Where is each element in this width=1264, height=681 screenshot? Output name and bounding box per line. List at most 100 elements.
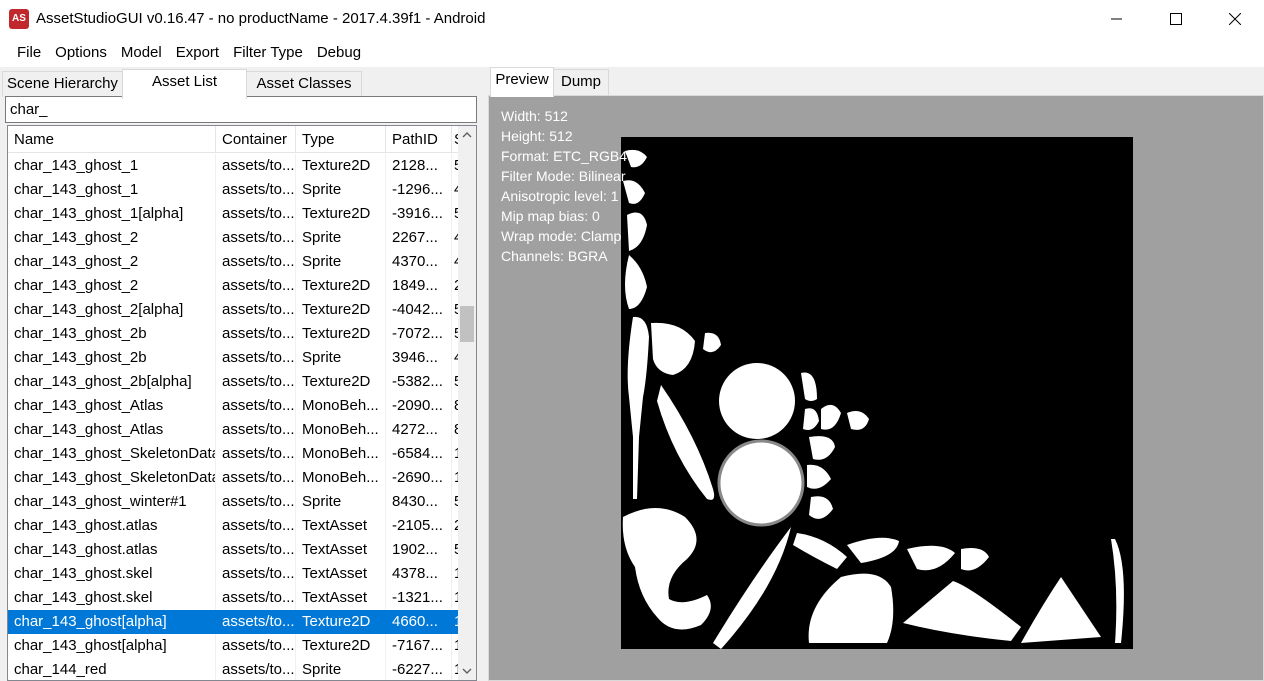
asset-name-cell: char_143_ghost_1 bbox=[8, 178, 216, 202]
asset-pathid-cell: -4042... bbox=[386, 298, 452, 322]
asset-name-cell: char_143_ghost.atlas bbox=[8, 538, 216, 562]
table-row[interactable]: char_143_ghost_2 assets/to... Sprite 4370..… bbox=[8, 250, 460, 274]
asset-name-cell: char_143_ghost_2[alpha] bbox=[8, 298, 216, 322]
tab-asset-list[interactable]: Asset List bbox=[122, 69, 247, 99]
asset-type-cell: MonoBeh... bbox=[296, 394, 386, 418]
table-row[interactable]: char_143_ghost.atlas assets/to... TextAsse… bbox=[8, 538, 460, 562]
column-pathid[interactable]: PathID bbox=[386, 126, 452, 153]
asset-type-cell: Texture2D bbox=[296, 610, 386, 634]
maximize-button[interactable] bbox=[1147, 0, 1205, 38]
scroll-down-arrow[interactable] bbox=[458, 662, 476, 680]
table-row[interactable]: char_143_ghost_Atlas assets/to... MonoBeh.… bbox=[8, 394, 460, 418]
asset-container-cell: assets/to... bbox=[216, 418, 296, 442]
table-row[interactable]: char_143_ghost_1 assets/to... Sprite -1296.… bbox=[8, 178, 460, 202]
asset-container-cell: assets/to... bbox=[216, 610, 296, 634]
asset-type-cell: Texture2D bbox=[296, 322, 386, 346]
asset-name-cell: char_143_ghost_1 bbox=[8, 154, 216, 178]
asset-pathid-cell: 2128... bbox=[386, 154, 452, 178]
asset-list[interactable]: Name Container Type PathID S char_143_gh… bbox=[7, 125, 477, 681]
table-row[interactable]: char_144_redassets/to...Sprite-6227...1 bbox=[8, 658, 460, 680]
table-row[interactable]: char_143_ghost_winter#1 assets/to... Sprit… bbox=[8, 490, 460, 514]
asset-name-cell: char_143_ghost_SkeletonData bbox=[8, 466, 216, 490]
table-row[interactable]: char_143_ghost_2b[alpha] assets/to... Text… bbox=[8, 370, 460, 394]
asset-pathid-cell: -5382... bbox=[386, 370, 452, 394]
vertical-scrollbar[interactable] bbox=[458, 126, 476, 680]
asset-container-cell: assets/to... bbox=[216, 514, 296, 538]
column-container[interactable]: Container bbox=[216, 126, 296, 153]
table-row[interactable]: char_143_ghost_2[alpha] assets/to... Textu… bbox=[8, 298, 460, 322]
table-row[interactable]: char_143_ghost_1[alpha] assets/to... Textu… bbox=[8, 202, 460, 226]
menu-model[interactable]: Model bbox=[114, 38, 169, 67]
info-width: Width: 512 bbox=[501, 108, 568, 124]
asset-pathid-cell: -3916... bbox=[386, 202, 452, 226]
asset-name-cell: char_143_ghost_2b bbox=[8, 346, 216, 370]
texture-alpha-image bbox=[622, 149, 1124, 649]
asset-type-cell: TextAsset bbox=[296, 562, 386, 586]
table-row[interactable]: char_143_ghost.skel assets/to... TextAsset… bbox=[8, 586, 460, 610]
minimize-button[interactable] bbox=[1088, 0, 1146, 38]
asset-container-cell: assets/to... bbox=[216, 298, 296, 322]
asset-name-cell: char_143_ghost_1[alpha] bbox=[8, 202, 216, 226]
table-row[interactable]: char_143_ghost_2b assets/to... Sprite 3946.… bbox=[8, 346, 460, 370]
menu-options[interactable]: Options bbox=[48, 38, 114, 67]
asset-name-cell: char_143_ghost_Atlas bbox=[8, 418, 216, 442]
info-height: Height: 512 bbox=[501, 128, 573, 144]
scrollbar-thumb[interactable] bbox=[460, 306, 474, 342]
right-panel: Preview Dump Width: 512 Height: 512 Form… bbox=[486, 67, 1264, 681]
asset-name-cell: char_143_ghost[alpha] bbox=[8, 610, 216, 634]
table-row[interactable]: char_143_ghost.skel assets/to... TextAsset… bbox=[8, 562, 460, 586]
info-format: Format: ETC_RGB4 bbox=[501, 148, 628, 164]
table-row[interactable]: char_143_ghost_2 assets/to... Texture2D 184… bbox=[8, 274, 460, 298]
menu-export[interactable]: Export bbox=[169, 38, 226, 67]
tab-asset-classes[interactable]: Asset Classes bbox=[246, 71, 362, 97]
asset-type-cell: Texture2D bbox=[296, 202, 386, 226]
menu-debug[interactable]: Debug bbox=[310, 38, 368, 67]
asset-pathid-cell: -1296... bbox=[386, 178, 452, 202]
table-row[interactable]: char_143_ghost[alpha] assets/to... Texture… bbox=[8, 634, 460, 658]
tab-scene-hierarchy[interactable]: Scene Hierarchy bbox=[2, 71, 123, 97]
menu-file[interactable]: File bbox=[10, 38, 48, 67]
asset-pathid-cell: 4378... bbox=[386, 562, 452, 586]
preview-area: Width: 512 Height: 512 Format: ETC_RGB4 … bbox=[488, 95, 1264, 681]
asset-container-cell: assets/to... bbox=[216, 202, 296, 226]
asset-pathid-cell: -6227... bbox=[386, 658, 452, 680]
asset-pathid-cell: 2267... bbox=[386, 226, 452, 250]
table-row[interactable]: char_143_ghost[alpha] assets/to... Texture… bbox=[8, 610, 460, 634]
table-row[interactable]: char_143_ghost_Atlas assets/to... MonoBeh.… bbox=[8, 418, 460, 442]
scroll-up-arrow[interactable] bbox=[458, 126, 476, 144]
asset-name-cell: char_143_ghost_2 bbox=[8, 274, 216, 298]
asset-pathid-cell: -2690... bbox=[386, 466, 452, 490]
table-row[interactable]: char_143_ghost.atlas assets/to... TextAsse… bbox=[8, 514, 460, 538]
asset-container-cell: assets/to... bbox=[216, 490, 296, 514]
table-row[interactable]: char_143_ghost_1 assets/to... Texture2D 212… bbox=[8, 154, 460, 178]
filter-input[interactable] bbox=[5, 96, 477, 123]
asset-pathid-cell: -2105... bbox=[386, 514, 452, 538]
close-icon bbox=[1229, 13, 1241, 25]
asset-pathid-cell: -2090... bbox=[386, 394, 452, 418]
asset-container-cell: assets/to... bbox=[216, 586, 296, 610]
window-title: AssetStudioGUI v0.16.47 - no productName… bbox=[36, 10, 486, 27]
asset-pathid-cell: 3946... bbox=[386, 346, 452, 370]
asset-pathid-cell: -6584... bbox=[386, 442, 452, 466]
table-row[interactable]: char_143_ghost_SkeletonData assets/to... M… bbox=[8, 466, 460, 490]
asset-name-cell: char_143_ghost_SkeletonData bbox=[8, 442, 216, 466]
table-row[interactable]: char_143_ghost_2 assets/to... Sprite 2267..… bbox=[8, 226, 460, 250]
asset-pathid-cell: 4272... bbox=[386, 418, 452, 442]
info-filter-mode: Filter Mode: Bilinear bbox=[501, 168, 626, 184]
minimize-icon bbox=[1111, 18, 1122, 20]
table-row[interactable]: char_143_ghost_SkeletonData assets/to... M… bbox=[8, 442, 460, 466]
table-row[interactable]: char_143_ghost_2b assets/to... Texture2D -7… bbox=[8, 322, 460, 346]
tab-preview[interactable]: Preview bbox=[490, 67, 554, 97]
column-name[interactable]: Name bbox=[8, 126, 216, 153]
close-button[interactable] bbox=[1206, 0, 1264, 38]
asset-type-cell: TextAsset bbox=[296, 538, 386, 562]
asset-list-header: Name Container Type PathID S bbox=[8, 126, 460, 153]
asset-type-cell: MonoBeh... bbox=[296, 442, 386, 466]
asset-name-cell: char_143_ghost.skel bbox=[8, 586, 216, 610]
column-type[interactable]: Type bbox=[296, 126, 386, 153]
tab-dump[interactable]: Dump bbox=[553, 69, 609, 95]
menu-filter-type[interactable]: Filter Type bbox=[226, 38, 310, 67]
left-panel: Scene Hierarchy Asset List Asset Classes… bbox=[0, 67, 481, 681]
texture-preview bbox=[621, 137, 1133, 649]
asset-container-cell: assets/to... bbox=[216, 178, 296, 202]
